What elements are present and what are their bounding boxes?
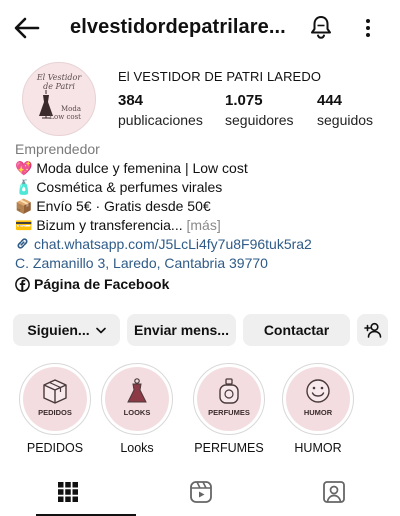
perfume-icon xyxy=(219,378,239,404)
highlight-inner-label: LOOKS xyxy=(123,408,151,417)
send-message-label: Enviar mens... xyxy=(134,322,229,338)
highlight-inner-label: PERFUMES xyxy=(208,408,250,417)
highlight-inner-label: PEDIDOS xyxy=(38,408,72,417)
profile-full-name: El VESTIDOR DE PATRI LAREDO xyxy=(118,69,322,84)
stat-posts-value: 384 xyxy=(118,92,144,109)
notification-bell-icon[interactable] xyxy=(309,14,333,40)
facebook-icon xyxy=(15,276,30,292)
avatar-title-line2: de Patri xyxy=(43,82,75,91)
box-icon xyxy=(43,379,67,404)
stat-following-label: seguidos xyxy=(317,112,374,128)
top-bar: elvestidordepatrilare... xyxy=(0,0,400,56)
highlight-humor[interactable]: HUMOR HUMOR xyxy=(278,363,358,455)
facebook-page-link[interactable]: Página de Facebook xyxy=(15,276,169,292)
contact-label: Contactar xyxy=(263,322,330,338)
following-button-label: Siguien... xyxy=(27,322,90,338)
highlight-caption: PERFUMES xyxy=(194,441,264,455)
highlight-cover: PERFUMES xyxy=(197,367,261,431)
avatar-sub-line2: Low cost xyxy=(49,113,81,121)
bio-external-link[interactable]: chat.whatsapp.com/J5LcLi4fy7u8F96tuk5ra2 xyxy=(15,235,390,254)
highlight-perfumes[interactable]: PERFUMES PERFUMES xyxy=(189,363,269,455)
avatar-logo-subtitle: Moda Low cost xyxy=(23,105,95,121)
bio-line: 💳 Bizum y transferencia... xyxy=(15,217,187,233)
avatar-sub-line1: Moda xyxy=(60,105,81,113)
highlight-ring: HUMOR xyxy=(282,363,354,435)
stat-followers-label: seguidores xyxy=(225,112,294,128)
stat-followers[interactable]: 1.075 seguidores xyxy=(225,92,294,128)
stat-followers-value: 1.075 xyxy=(225,92,263,109)
stat-posts[interactable]: 384 publicaciones xyxy=(118,92,203,128)
highlight-ring: PERFUMES xyxy=(193,363,265,435)
following-button[interactable]: Siguien... xyxy=(13,314,120,346)
contact-button[interactable]: Contactar xyxy=(243,314,350,346)
bio-line: 🧴 Cosmética & perfumes virales xyxy=(15,179,223,195)
facebook-label: Página de Facebook xyxy=(34,276,170,292)
bio-more-link[interactable]: [más] xyxy=(187,217,221,233)
highlight-caption: Looks xyxy=(120,441,154,455)
highlight-pedidos[interactable]: PEDIDOS PEDIDOS xyxy=(15,363,95,455)
profile-avatar[interactable]: El Vestidor de Patri Moda Low cost xyxy=(22,62,96,136)
stat-following[interactable]: 444 seguidos xyxy=(317,92,373,128)
bio-line: 📦 Envío 5€ · Gratis desde 50€ xyxy=(15,198,211,214)
suggest-people-button[interactable] xyxy=(357,314,388,346)
smiley-icon xyxy=(306,379,330,403)
chevron-down-icon xyxy=(95,327,106,333)
tab-grid-icon[interactable] xyxy=(55,480,81,504)
profile-bio: Emprendedor 💖 Moda dulce y femenina | Lo… xyxy=(15,140,390,273)
highlight-caption: HUMOR xyxy=(294,441,342,455)
add-person-icon xyxy=(363,322,381,338)
profile-tabs xyxy=(0,470,400,516)
tab-tagged-icon[interactable] xyxy=(321,480,347,504)
bio-category: Emprendedor xyxy=(15,141,100,157)
more-options-icon[interactable] xyxy=(362,16,374,40)
bio-line-truncated: 💳 Bizum y transferencia... [más] xyxy=(15,216,390,235)
bio-line: 💖 Moda dulce y femenina | Low cost xyxy=(15,160,248,176)
highlight-ring: LOOKS xyxy=(101,363,173,435)
avatar-logo-title: El Vestidor de Patri xyxy=(23,73,95,91)
highlight-caption: PEDIDOS xyxy=(26,441,84,455)
stat-following-value: 444 xyxy=(317,92,343,109)
profile-username: elvestidordepatrilare... xyxy=(70,16,286,38)
stat-posts-label: publicaciones xyxy=(118,112,203,128)
highlight-ring: PEDIDOS xyxy=(19,363,91,435)
highlight-inner-label: HUMOR xyxy=(303,408,333,417)
highlight-cover: LOOKS xyxy=(105,367,169,431)
send-message-button[interactable]: Enviar mens... xyxy=(127,314,236,346)
highlight-cover: PEDIDOS xyxy=(23,367,87,431)
bio-address[interactable]: C. Zamanillo 3, Laredo, Cantabria 39770 xyxy=(15,254,390,273)
dress-icon xyxy=(127,378,147,403)
highlight-looks[interactable]: LOOKS Looks xyxy=(97,363,177,455)
highlight-cover: HUMOR xyxy=(286,367,350,431)
bio-link-text: chat.whatsapp.com/J5LcLi4fy7u8F96tuk5ra2 xyxy=(34,236,312,252)
back-arrow-icon[interactable] xyxy=(14,16,40,40)
link-chain-icon xyxy=(17,238,28,249)
tab-reels-icon[interactable] xyxy=(188,480,214,504)
avatar-title-line1: El Vestidor xyxy=(36,73,82,82)
